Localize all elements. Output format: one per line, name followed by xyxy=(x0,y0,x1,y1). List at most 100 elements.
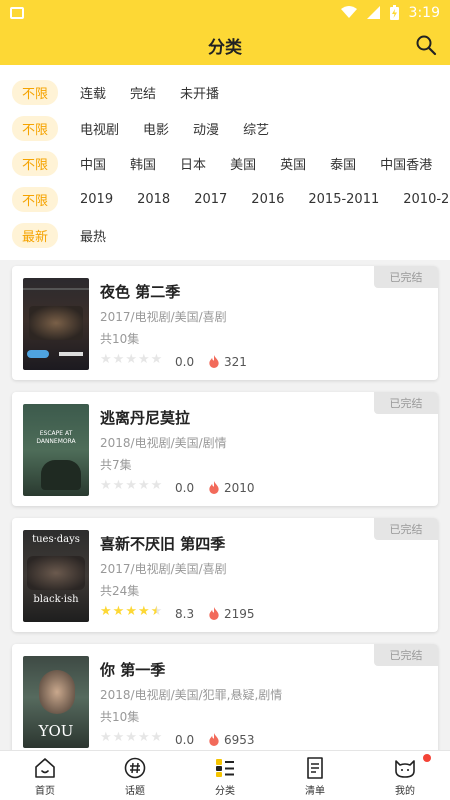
show-episodes: 共7集 xyxy=(100,458,132,472)
category-icon xyxy=(216,759,234,777)
show-genre: 2017/电视剧/美国/喜剧 xyxy=(100,310,227,324)
poster-image xyxy=(23,278,89,370)
signal-icon xyxy=(366,6,380,19)
star-icon: ★ xyxy=(112,730,125,745)
star-icon: ★ xyxy=(125,478,137,493)
filter-status-finished[interactable]: 完结 xyxy=(130,83,156,102)
filter-region-uk[interactable]: 英国 xyxy=(280,154,306,173)
star-icon: ★ xyxy=(137,352,150,367)
filter-type-all[interactable]: 不限 xyxy=(12,115,59,141)
tab-label: 我的 xyxy=(395,786,415,797)
wifi-icon xyxy=(340,6,357,18)
show-card[interactable]: tues·days black·ish 喜新不厌旧 第四季 2017/电视剧/美… xyxy=(12,518,438,632)
filter-status-airing[interactable]: 连载 xyxy=(80,83,106,102)
gallery-notification-icon xyxy=(10,6,24,19)
fire-icon xyxy=(209,355,219,368)
search-icon[interactable] xyxy=(414,33,438,57)
rating-score: 0.0 xyxy=(175,733,195,747)
star-rating: ★ ★ ★ ★ ★ xyxy=(100,479,162,493)
filter-region-china[interactable]: 中国 xyxy=(80,154,106,173)
poster-image: tues·days black·ish xyxy=(23,530,89,622)
status-badge: 已完结 xyxy=(374,392,438,414)
filter-year-2010-2000[interactable]: 2010-2000 xyxy=(403,192,450,207)
show-list: 夜色 第二季 2017/电视剧/美国/喜剧 共10集 ★ ★ ★ ★ ★ 0.0 321… xyxy=(0,260,450,750)
show-genre: 2018/电视剧/美国/剧情 xyxy=(100,436,227,450)
tab-category[interactable]: 分类 xyxy=(180,751,270,800)
hot-count: 2195 xyxy=(224,607,255,621)
filter-region-thailand[interactable]: 泰国 xyxy=(330,154,356,173)
sort-latest[interactable]: 最新 xyxy=(12,222,59,248)
filter-year-2017[interactable]: 2017 xyxy=(194,192,227,207)
filter-row-sort: 最新 最热 xyxy=(0,217,450,253)
status-bar: 3:19 xyxy=(0,0,450,25)
star-icon: ★ xyxy=(125,352,137,367)
filter-region-hongkong[interactable]: 中国香港 xyxy=(380,154,432,173)
filter-row-region: 不限 中国 韩国 日本 美国 英国 泰国 中国香港 xyxy=(0,145,450,181)
rating-score: 8.3 xyxy=(175,607,195,621)
filter-year-all[interactable]: 不限 xyxy=(12,186,59,212)
star-icon: ★ xyxy=(100,352,112,367)
star-icon: ★ xyxy=(112,604,125,619)
list-icon xyxy=(307,757,323,779)
tab-label: 首页 xyxy=(35,786,55,797)
star-icon: ★ xyxy=(150,478,163,493)
filter-row-status: 不限 连载 完结 未开播 xyxy=(0,74,450,110)
status-badge: 已完结 xyxy=(374,644,438,666)
filter-row-year: 不限 2019 2018 2017 2016 2015-2011 2010-20… xyxy=(0,181,450,217)
show-card[interactable]: 夜色 第二季 2017/电视剧/美国/喜剧 共10集 ★ ★ ★ ★ ★ 0.0 321… xyxy=(12,266,438,380)
filter-region-usa[interactable]: 美国 xyxy=(230,154,256,173)
poster-title: YOU xyxy=(38,722,74,740)
poster-title: DANNEMORA xyxy=(36,438,76,445)
tab-label: 清单 xyxy=(305,786,325,797)
star-rating: ★ ★ ★ ★ ★ xyxy=(100,353,162,367)
fire-icon xyxy=(209,607,219,620)
rating-score: 0.0 xyxy=(175,355,195,369)
filter-year-2015-2011[interactable]: 2015-2011 xyxy=(308,192,379,207)
star-icon: ★ xyxy=(100,730,112,745)
status-badge: 已完结 xyxy=(374,518,438,540)
show-card[interactable]: ESCAPE AT DANNEMORA 逃离丹尼莫拉 2018/电视剧/美国/剧… xyxy=(12,392,438,506)
filter-region-japan[interactable]: 日本 xyxy=(180,154,206,173)
filter-type-tv[interactable]: 电视剧 xyxy=(80,119,119,138)
filter-status-all[interactable]: 不限 xyxy=(12,79,59,105)
status-time: 3:19 xyxy=(408,4,440,21)
profile-cat-icon xyxy=(395,760,415,778)
star-icon: ★ xyxy=(150,352,163,367)
tab-topics[interactable]: 话题 xyxy=(90,751,180,800)
tab-home[interactable]: 首页 xyxy=(0,751,90,800)
fire-icon xyxy=(209,733,219,746)
tab-profile[interactable]: 我的 xyxy=(360,751,450,800)
filter-year-2019[interactable]: 2019 xyxy=(80,192,113,207)
star-icon: ★ xyxy=(150,730,163,745)
star-icon: ★ xyxy=(112,478,125,493)
filter-type-variety[interactable]: 综艺 xyxy=(243,119,269,138)
star-rating: ★ ★ ★ ★ ★ xyxy=(100,731,162,745)
filter-region-korea[interactable]: 韩国 xyxy=(130,154,156,173)
star-icon: ★ xyxy=(100,604,112,619)
show-genre: 2017/电视剧/美国/喜剧 xyxy=(100,562,227,576)
filter-type-movie[interactable]: 电影 xyxy=(143,119,169,138)
home-icon xyxy=(35,758,55,778)
star-icon: ★ xyxy=(125,730,137,745)
fire-icon xyxy=(209,481,219,494)
sort-hottest[interactable]: 最热 xyxy=(80,226,106,245)
filter-status-upcoming[interactable]: 未开播 xyxy=(180,83,219,102)
bottom-tab-bar: 首页 话题 分类 清单 我的 xyxy=(0,750,450,800)
poster-title: black·ish xyxy=(33,594,79,605)
filter-year-2018[interactable]: 2018 xyxy=(137,192,170,207)
tab-list[interactable]: 清单 xyxy=(270,751,360,800)
filter-region-all[interactable]: 不限 xyxy=(12,150,59,176)
show-episodes: 共10集 xyxy=(100,332,140,346)
tab-label: 分类 xyxy=(215,786,235,797)
show-title: 喜新不厌旧 第四季 xyxy=(100,535,226,553)
filter-year-2016[interactable]: 2016 xyxy=(251,192,284,207)
filter-row-type: 不限 电视剧 电影 动漫 综艺 xyxy=(0,110,450,146)
page-title: 分类 xyxy=(208,37,242,58)
star-icon: ★ xyxy=(100,478,112,493)
poster-title: ESCAPE AT xyxy=(39,430,73,437)
filter-type-anime[interactable]: 动漫 xyxy=(193,119,219,138)
hot-count: 321 xyxy=(224,355,247,369)
tab-label: 话题 xyxy=(125,786,145,797)
show-card[interactable]: YOU 你 第一季 2018/电视剧/美国/犯罪,悬疑,剧情 共10集 ★ ★ ★ ★… xyxy=(12,644,438,750)
show-title: 逃离丹尼莫拉 xyxy=(100,409,191,427)
